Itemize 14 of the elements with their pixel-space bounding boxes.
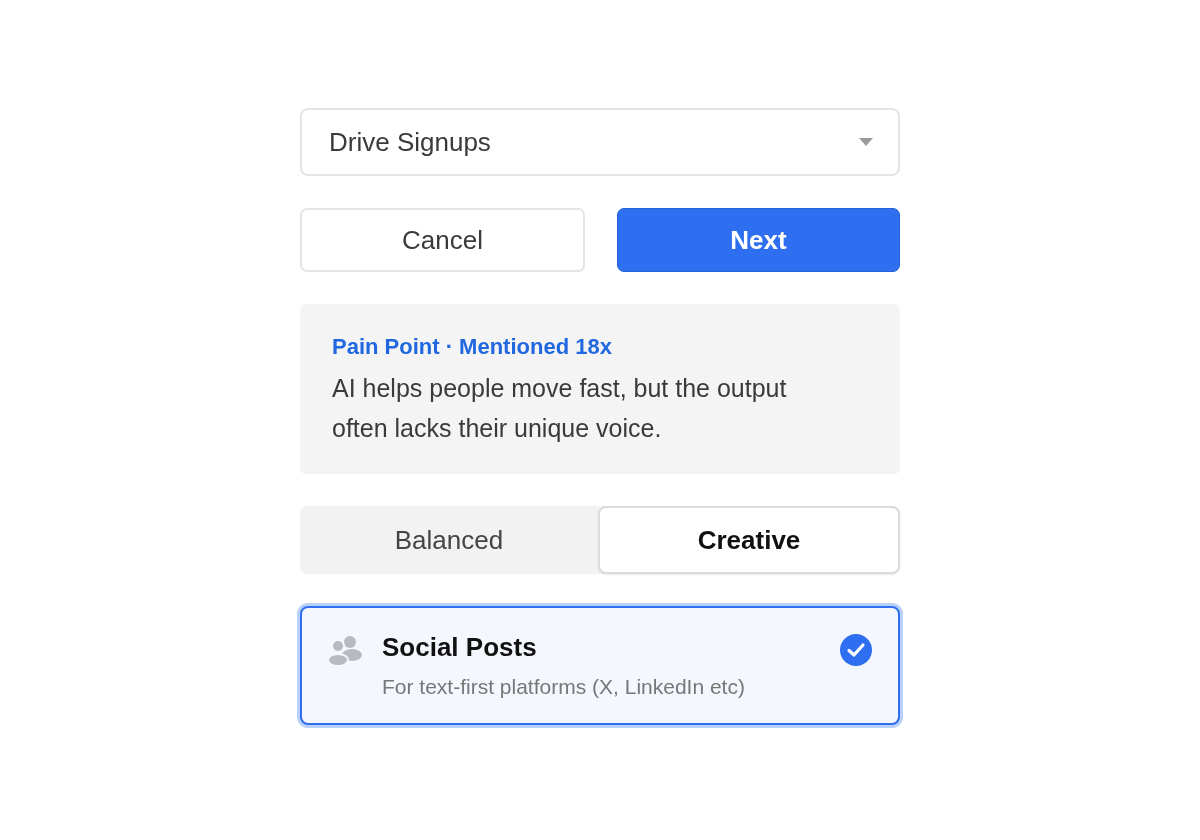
- dropdown-value: Drive Signups: [329, 126, 491, 158]
- option-card[interactable]: Social Posts For text-first platforms (X, LinkedIn etc): [300, 606, 900, 725]
- insight-text: AI helps people move fast, but the output often lacks their unique voice.: [332, 373, 788, 444]
- mode-tab[interactable]: Balanced: [300, 506, 598, 574]
- next-button[interactable]: Next: [617, 208, 900, 272]
- option-description: For text-first platforms (X, LinkedIn etc): [382, 675, 746, 699]
- option-title: Social Posts: [382, 632, 538, 663]
- check-icon: [840, 634, 872, 666]
- caret-icon: [858, 137, 874, 147]
- people-icon: [328, 634, 362, 666]
- mode-tab[interactable]: Creative: [598, 506, 900, 574]
- insight-tag: Pain Point · Mentioned 18x: [332, 334, 868, 360]
- cancel-button[interactable]: Cancel: [300, 208, 585, 272]
- dropdown[interactable]: Drive Signups: [300, 108, 900, 176]
